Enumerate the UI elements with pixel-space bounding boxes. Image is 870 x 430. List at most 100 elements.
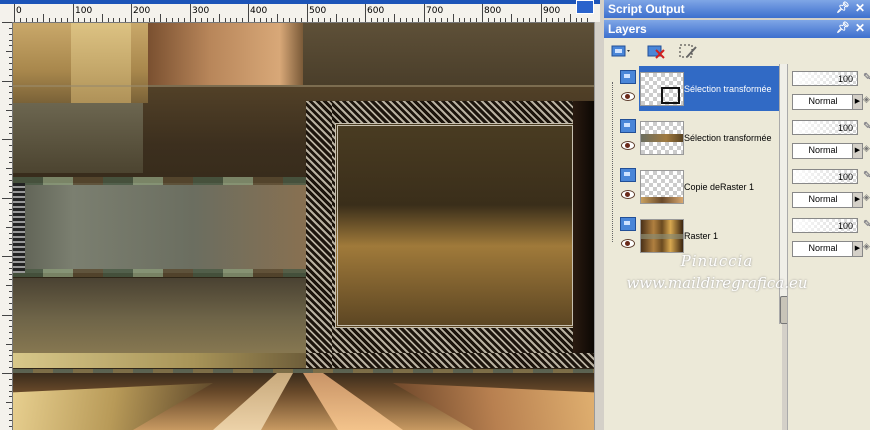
layer-props-row: 100 ✎ Normal ▶ ◈ xyxy=(788,64,870,112)
ruler-tick xyxy=(9,420,12,421)
ruler-tick xyxy=(435,18,436,22)
script-output-titlebar[interactable]: Script Output 📌︎ ✕ xyxy=(604,0,870,18)
ruler-tick xyxy=(570,14,571,22)
pin-icon[interactable]: 📌︎ xyxy=(836,21,850,34)
ruler-tick xyxy=(213,18,214,22)
dropdown-arrow-icon[interactable]: ▶ xyxy=(852,94,863,110)
image-canvas[interactable] xyxy=(13,23,594,430)
layer-row[interactable]: Sélection transformée xyxy=(604,113,782,161)
ruler-tick xyxy=(441,18,442,22)
ruler-tick xyxy=(9,262,12,263)
opacity-slider[interactable]: 100 xyxy=(792,169,858,184)
lower-left-tiles xyxy=(13,278,313,358)
ruler-tick xyxy=(581,18,582,22)
ruler-tick xyxy=(9,338,12,339)
ruler-tick xyxy=(9,238,12,239)
ruler-tick xyxy=(137,18,138,22)
new-layer-icon[interactable] xyxy=(610,41,632,61)
thumbnail-floor xyxy=(641,197,683,203)
ruler-tick xyxy=(9,75,12,76)
ruler-tick xyxy=(9,379,12,380)
lock-icon[interactable]: ◈ xyxy=(863,94,870,108)
opacity-slider[interactable]: 100 xyxy=(792,218,858,233)
ruler-tick xyxy=(9,63,12,64)
ruler-tick xyxy=(55,18,56,22)
pin-icon[interactable]: 📌︎ xyxy=(836,1,850,14)
ruler-tick xyxy=(84,18,85,22)
ruler-tick xyxy=(266,18,267,22)
ruler-tick xyxy=(119,18,120,22)
ruler-tick xyxy=(9,297,12,298)
ruler-tick xyxy=(9,320,12,321)
grey-green-band xyxy=(13,183,313,273)
lock-icon[interactable]: ◈ xyxy=(863,143,870,157)
dropdown-arrow-icon[interactable]: ▶ xyxy=(852,241,863,257)
layer-row[interactable]: Copie deRaster 1 xyxy=(604,162,782,210)
script-output-title: Script Output xyxy=(608,2,685,16)
pencil-icon[interactable]: ✎ xyxy=(863,121,870,135)
restore-button[interactable] xyxy=(576,0,594,14)
ruler-tick xyxy=(61,18,62,22)
delete-layer-icon[interactable] xyxy=(646,41,668,61)
ruler-tick xyxy=(125,18,126,22)
ruler-tick xyxy=(289,18,290,22)
dropdown-arrow-icon[interactable]: ▶ xyxy=(852,192,863,208)
lower-left-gold-strip xyxy=(13,353,313,368)
lock-icon[interactable]: ◈ xyxy=(863,192,870,206)
visibility-eye-icon[interactable] xyxy=(621,239,635,248)
ruler-tick xyxy=(394,14,395,22)
blend-mode-select[interactable]: Normal xyxy=(792,94,854,110)
blend-mode-select[interactable]: Normal xyxy=(792,143,854,159)
close-icon[interactable]: ✕ xyxy=(855,1,865,15)
ruler-tick xyxy=(9,274,12,275)
ruler-tick xyxy=(207,18,208,22)
ruler-tick xyxy=(9,250,12,251)
left-barcode-stripes xyxy=(13,183,25,273)
visibility-eye-icon[interactable] xyxy=(621,141,635,150)
lock-icon[interactable]: ◈ xyxy=(863,241,870,255)
ruler-tick xyxy=(318,18,319,22)
layers-list[interactable]: Sélection transformée Sélection transfor… xyxy=(604,64,782,430)
ruler-tick xyxy=(242,18,243,22)
ruler-tick xyxy=(6,51,12,52)
ruler-tick xyxy=(73,4,74,22)
opacity-slider[interactable]: 100 xyxy=(792,71,858,86)
ruler-tick xyxy=(535,18,536,22)
blend-mode-select[interactable]: Normal xyxy=(792,192,854,208)
pencil-icon[interactable]: ✎ xyxy=(863,72,870,86)
floor-horizon-stripe xyxy=(13,369,594,373)
dropdown-arrow-icon[interactable]: ▶ xyxy=(852,143,863,159)
pencil-icon[interactable]: ✎ xyxy=(863,219,870,233)
visibility-eye-icon[interactable] xyxy=(621,190,635,199)
ruler-tick xyxy=(9,174,12,175)
edit-selection-icon[interactable] xyxy=(678,41,700,61)
ruler-tick xyxy=(307,4,308,22)
layers-titlebar[interactable]: Layers 📌︎ ✕ xyxy=(604,20,870,38)
thumbnail-stripe xyxy=(641,234,683,239)
ruler-tick xyxy=(9,408,12,409)
ruler-tick xyxy=(412,18,413,22)
ruler-tick xyxy=(347,18,348,22)
ruler-tick xyxy=(9,34,12,35)
opacity-slider[interactable]: 100 xyxy=(792,120,858,135)
ruler-tick xyxy=(2,198,12,199)
ruler-tick xyxy=(184,18,185,22)
layer-thumbnail xyxy=(640,121,684,155)
canvas-area[interactable]: 0 100 200 300 400 500 600 700 800 900 xyxy=(0,0,601,430)
close-icon[interactable]: ✕ xyxy=(855,21,865,35)
pencil-icon[interactable]: ✎ xyxy=(863,170,870,184)
ruler-tick xyxy=(9,162,12,163)
ruler-tick xyxy=(9,355,12,356)
ruler-tick xyxy=(172,18,173,22)
ruler-tick xyxy=(9,133,12,134)
ruler-tick xyxy=(388,18,389,22)
top-dark-band xyxy=(303,23,594,85)
ruler-tick xyxy=(14,4,15,22)
selection-square xyxy=(661,87,680,104)
ruler-tick xyxy=(482,4,483,22)
raster-layer-icon xyxy=(620,217,636,231)
watermark-author: Pinuccia xyxy=(680,252,754,270)
layer-row[interactable]: Sélection transformée xyxy=(604,64,782,112)
visibility-eye-icon[interactable] xyxy=(621,92,635,101)
ruler-tick xyxy=(102,14,103,22)
